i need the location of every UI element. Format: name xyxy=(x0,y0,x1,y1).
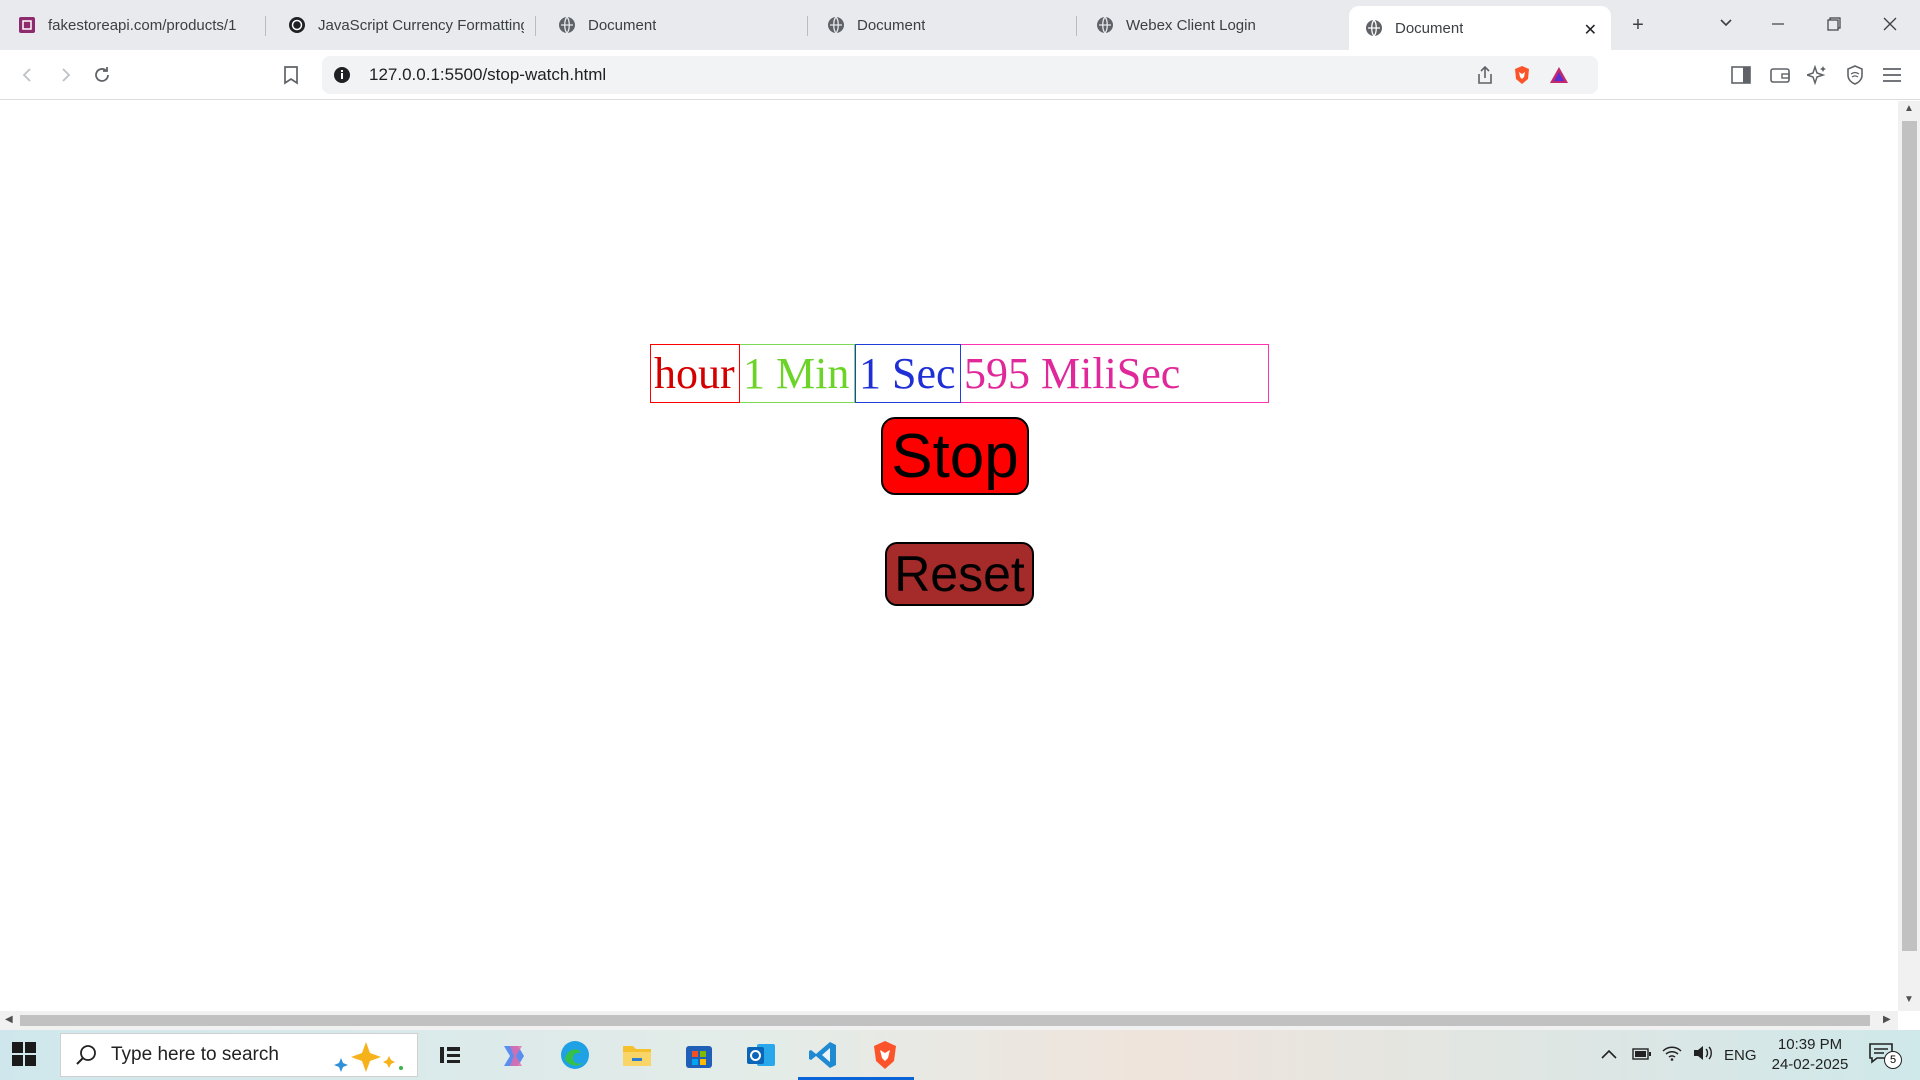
microsoft-store-icon[interactable] xyxy=(681,1037,717,1073)
windows-start-icon[interactable] xyxy=(12,1042,38,1068)
millisecond-display: 595 MiliSec xyxy=(961,344,1269,403)
tab-separator xyxy=(807,16,808,36)
hour-display: hour xyxy=(650,344,740,403)
battery-icon[interactable] xyxy=(1632,1047,1652,1064)
scroll-right-icon[interactable]: ▶ xyxy=(1883,1014,1891,1025)
tab-separator xyxy=(1076,16,1077,36)
bookmark-icon[interactable] xyxy=(277,61,305,89)
minimize-icon[interactable] xyxy=(1765,12,1791,38)
tab-label: Document xyxy=(588,16,657,34)
vscode-icon[interactable] xyxy=(805,1037,841,1073)
brave-rewards-icon[interactable] xyxy=(1545,61,1573,89)
tab-document-active[interactable]: Document ✕ xyxy=(1349,6,1611,50)
menu-icon[interactable] xyxy=(1878,61,1906,89)
close-window-icon[interactable] xyxy=(1877,12,1903,38)
vertical-scroll-thumb[interactable] xyxy=(1902,121,1917,951)
scroll-up-icon[interactable]: ▲ xyxy=(1904,103,1914,114)
notification-badge: 5 xyxy=(1884,1051,1902,1069)
restore-icon[interactable] xyxy=(1821,12,1847,38)
tab-fakestore[interactable]: fakestoreapi.com/products/1 xyxy=(18,0,266,50)
tab-separator xyxy=(535,16,536,36)
volume-icon[interactable] xyxy=(1692,1045,1714,1065)
share-icon[interactable] xyxy=(1471,61,1499,89)
reset-button[interactable]: Reset xyxy=(885,542,1034,606)
globe-icon xyxy=(1365,19,1383,37)
brave-browser-icon[interactable] xyxy=(867,1037,903,1073)
tab-document-2[interactable]: Document xyxy=(827,0,1077,50)
globe-icon xyxy=(827,16,845,34)
tab-document-1[interactable]: Document xyxy=(558,0,808,50)
globe-icon xyxy=(1096,16,1114,34)
tab-label: Document xyxy=(857,16,926,34)
copilot-sparkle-icon xyxy=(331,1040,411,1077)
clock-time: 10:39 PM xyxy=(1777,1036,1843,1053)
site-info-icon[interactable] xyxy=(332,65,352,85)
taskbar-search[interactable]: Type here to search xyxy=(60,1033,418,1077)
globe-icon xyxy=(558,16,576,34)
edge-icon[interactable] xyxy=(557,1037,593,1073)
show-hidden-icons-icon[interactable] xyxy=(1600,1047,1618,1064)
tab-strip: fakestoreapi.com/products/1 JavaScript C… xyxy=(0,0,1920,50)
close-tab-icon[interactable]: ✕ xyxy=(1584,20,1597,40)
reload-icon[interactable] xyxy=(88,61,116,89)
search-icon xyxy=(75,1044,97,1066)
notification-center-icon[interactable]: 5 xyxy=(1868,1042,1902,1070)
address-bar[interactable]: 127.0.0.1:5500/stop-watch.html xyxy=(322,56,1598,94)
url-text[interactable]: 127.0.0.1:5500/stop-watch.html xyxy=(369,65,606,85)
tab-label: Document xyxy=(1395,19,1464,37)
tab-label: Webex Client Login xyxy=(1126,16,1256,34)
clock-date: 24-02-2025 xyxy=(1771,1056,1849,1073)
tab-label: JavaScript Currency Formatting xyxy=(318,16,524,34)
task-view-icon[interactable] xyxy=(432,1037,468,1073)
sidebar-toggle-icon[interactable] xyxy=(1727,61,1755,89)
horizontal-scroll-thumb[interactable] xyxy=(20,1015,1870,1026)
back-icon[interactable] xyxy=(14,61,42,89)
wifi-icon[interactable] xyxy=(1662,1045,1682,1065)
stop-button[interactable]: Stop xyxy=(881,417,1029,495)
tab-search-chevron-icon[interactable] xyxy=(1713,12,1739,38)
horizontal-scrollbar[interactable]: ◀ ▶ xyxy=(0,1011,1898,1030)
new-tab-icon[interactable]: + xyxy=(1625,12,1651,38)
taskbar-clock[interactable]: 10:39 PM 24-02-2025 xyxy=(1768,1035,1852,1075)
tab-label: fakestoreapi.com/products/1 xyxy=(48,16,237,34)
brave-shields-icon[interactable] xyxy=(1508,61,1536,89)
stopwatch-display: hour 1 Min 1 Sec 595 MiliSec xyxy=(650,344,1269,403)
file-explorer-icon[interactable] xyxy=(619,1037,655,1073)
copilot-icon[interactable] xyxy=(496,1037,532,1073)
forward-icon[interactable] xyxy=(51,61,79,89)
wallet-icon[interactable] xyxy=(1766,61,1794,89)
minute-display: 1 Min xyxy=(740,344,855,403)
language-indicator[interactable]: ENG xyxy=(1724,1047,1757,1064)
search-placeholder: Type here to search xyxy=(111,1044,279,1065)
tab-currency[interactable]: JavaScript Currency Formatting xyxy=(288,0,536,50)
tab-webex[interactable]: Webex Client Login xyxy=(1096,0,1346,50)
leo-ai-icon[interactable] xyxy=(1803,61,1831,89)
taskbar: Type here to search ENG 10:39 PM 24-02-2… xyxy=(0,1030,1920,1080)
vpn-shield-icon[interactable] xyxy=(1841,61,1869,89)
fakestore-favicon xyxy=(18,16,36,34)
tab-separator xyxy=(265,16,266,36)
outlook-icon[interactable] xyxy=(743,1037,779,1073)
scroll-left-icon[interactable]: ◀ xyxy=(5,1014,13,1025)
vertical-scrollbar[interactable]: ▲ ▼ xyxy=(1898,101,1920,1011)
second-display: 1 Sec xyxy=(855,344,961,403)
openai-favicon xyxy=(288,16,306,34)
scroll-down-icon[interactable]: ▼ xyxy=(1904,994,1914,1005)
